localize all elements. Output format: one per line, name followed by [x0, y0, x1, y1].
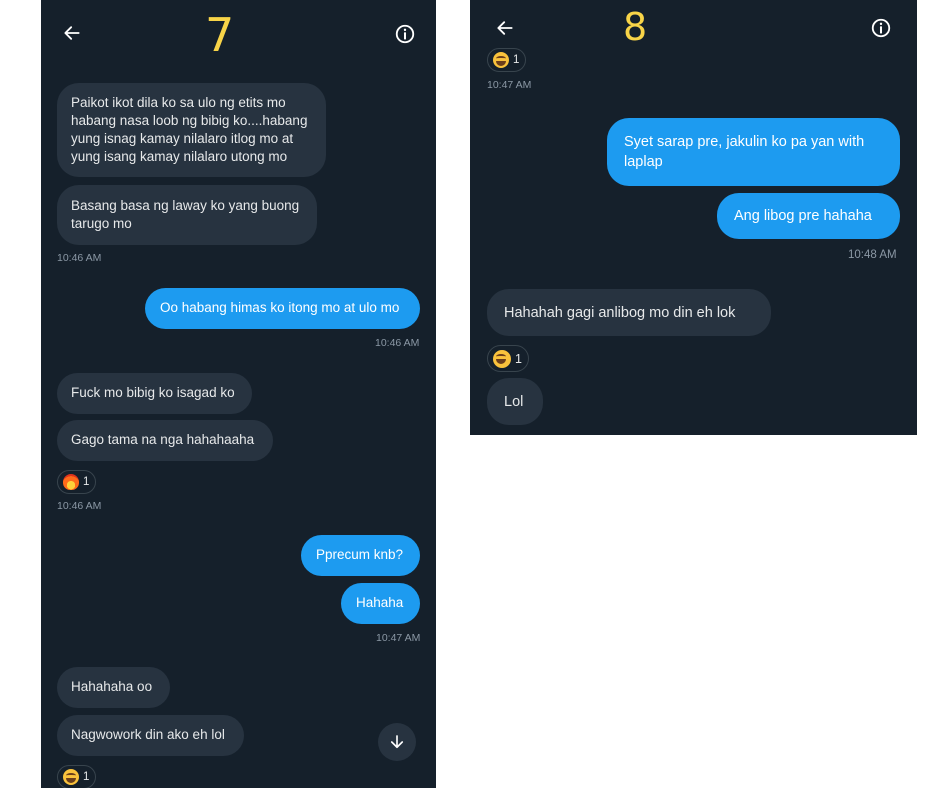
- back-arrow-icon[interactable]: [59, 20, 85, 46]
- reaction-count: 1: [513, 54, 520, 66]
- message-bubble-sent[interactable]: Ang libog pre hahaha: [717, 193, 900, 239]
- message-bubble-received[interactable]: Hahahah gagi anlibog mo din eh lok: [487, 289, 771, 336]
- screenshot-number: 7: [205, 8, 235, 62]
- reaction-count: 1: [83, 771, 90, 783]
- message-bubble-received[interactable]: Paikot ikot dila ko sa ulo ng etits mo h…: [57, 83, 326, 177]
- laughing-emoji-icon: [63, 769, 79, 785]
- info-icon[interactable]: [392, 21, 418, 47]
- reaction-badge[interactable]: 1: [57, 470, 97, 494]
- scroll-down-button[interactable]: [378, 723, 416, 761]
- timestamp: 10:47 AM: [376, 632, 421, 644]
- timestamp: 10:46 AM: [375, 337, 420, 349]
- message-bubble-sent[interactable]: Hahaha: [341, 583, 420, 624]
- reaction-badge[interactable]: 1: [487, 48, 527, 72]
- message-bubble-received[interactable]: Gago tama na nga hahahaaha: [57, 420, 273, 461]
- message-bubble-received[interactable]: Nagwowork din ako eh lol: [57, 715, 244, 756]
- message-bubble-received[interactable]: Basang basa ng laway ko yang buong tarug…: [57, 185, 317, 245]
- timestamp: 10:47 AM: [487, 79, 532, 91]
- message-bubble-sent[interactable]: Oo habang himas ko itong mo at ulo mo: [145, 288, 420, 329]
- info-icon[interactable]: [868, 15, 894, 41]
- reaction-count: 1: [83, 476, 90, 488]
- reaction-badge[interactable]: 1: [487, 345, 529, 372]
- timestamp: 10:46 AM: [57, 252, 102, 264]
- reaction-badge[interactable]: 1: [57, 765, 97, 788]
- message-bubble-received[interactable]: Lol: [487, 378, 543, 425]
- message-bubble-received[interactable]: Hahahaha oo: [57, 667, 170, 708]
- timestamp: 10:46 AM: [57, 500, 102, 512]
- fire-emoji-icon: [63, 474, 79, 490]
- message-bubble-sent[interactable]: Syet sarap pre, jakulin ko pa yan with l…: [607, 118, 900, 186]
- laughing-emoji-icon: [493, 349, 511, 368]
- screenshot-number: 8: [623, 5, 648, 49]
- timestamp: 10:48 AM: [848, 249, 897, 261]
- laughing-emoji-icon: [493, 52, 509, 68]
- message-bubble-received[interactable]: Fuck mo bibig ko isagad ko: [57, 373, 252, 414]
- dm-screenshot-8: 1 8 10:47 AM Syet sarap pre, jakulin ko …: [470, 0, 917, 435]
- reaction-count: 1: [515, 351, 522, 366]
- dm-screenshot-7: 7 Paikot ikot dila ko sa ulo ng etits mo…: [41, 0, 436, 788]
- message-bubble-sent[interactable]: Pprecum knb?: [301, 535, 420, 576]
- back-arrow-icon[interactable]: [492, 15, 518, 41]
- scroll-down-arrow-icon: [390, 735, 404, 749]
